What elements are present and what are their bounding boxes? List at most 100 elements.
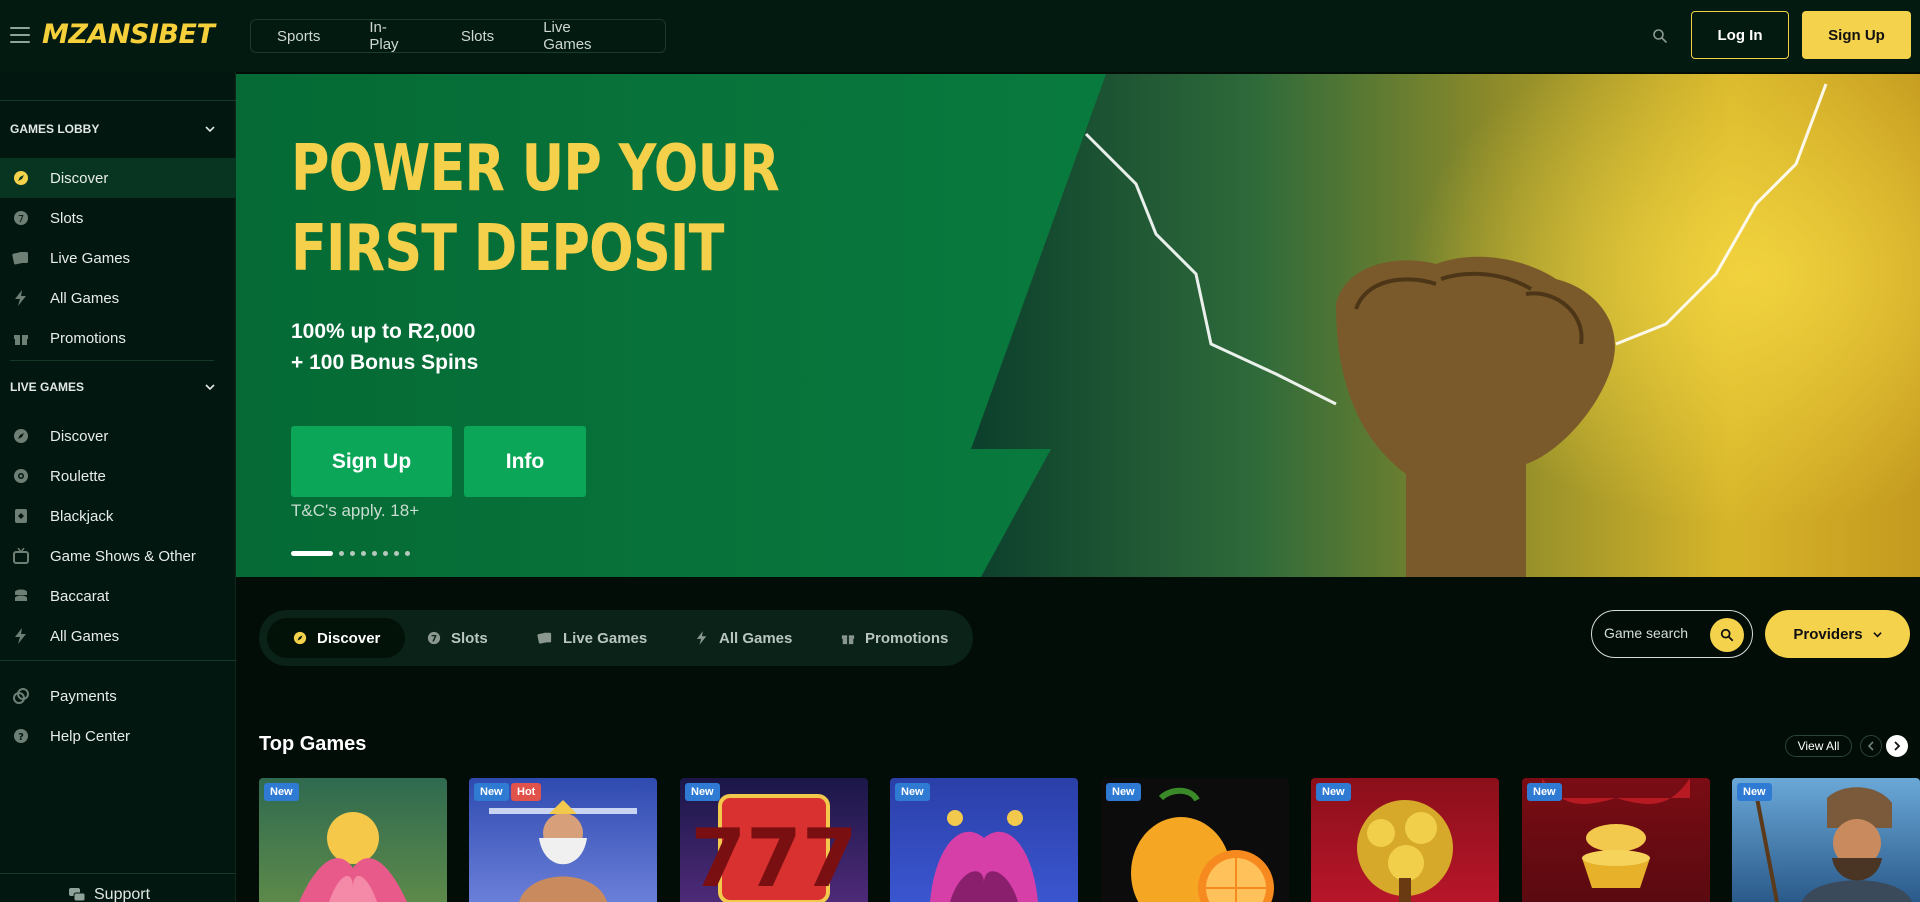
search-icon[interactable] [1652,28,1668,44]
top-nav-in-play[interactable]: In-Play [369,19,411,53]
roulette-icon [12,467,30,485]
chips-icon [12,587,30,605]
badge-hot: Hot [511,783,542,801]
sidebar-item-label: Baccarat [50,587,110,605]
svg-text:777: 777 [691,812,858,902]
tab-label: All Games [719,629,793,647]
tv-icon [12,547,30,565]
hero-subtitle-line1: 100% up to R2,000 [291,320,476,343]
game-tile[interactable]: New [1101,778,1289,902]
sidebar-item-roulette[interactable]: Roulette [0,456,236,496]
hero-subtitle: 100% up to R2,000 + 100 Bonus Spins [291,316,478,378]
carousel-dot[interactable] [405,551,410,556]
sidebar-item-label: Help Center [50,727,131,745]
tab-discover[interactable]: Discover [267,618,405,658]
view-all-button[interactable]: View All [1785,735,1852,757]
section-title: Top Games [259,733,367,755]
carousel-next-button[interactable] [1886,735,1908,757]
badge-new: New [1316,783,1351,801]
sidebar-item-live-all-games[interactable]: All Games [0,616,236,656]
badge-new: New [1737,783,1772,801]
sidebar-item-label: Game Shows & Other [50,547,196,565]
sidebar-item-label: All Games [50,627,120,645]
top-header: MZANSIBET Sports In-Play Slots Live Game… [0,0,1920,72]
carousel-dot[interactable] [350,551,355,556]
tab-slots[interactable]: 7 Slots [427,618,488,658]
game-tile[interactable]: New [1522,778,1710,902]
badge-new: New [264,783,299,801]
compass-icon [12,427,30,445]
lightning-icon [12,289,30,307]
hero-signup-button[interactable]: Sign Up [291,426,452,497]
chevron-down-icon[interactable] [205,382,215,392]
gift-icon [12,329,30,347]
sidebar-item-label: Live Games [50,249,131,267]
svg-text:7: 7 [431,635,437,645]
game-tile[interactable]: 777 New [680,778,868,902]
sidebar-item-live-discover[interactable]: Discover [0,416,236,456]
tab-live-games[interactable]: Live Games [537,618,647,658]
game-tile[interactable]: New Hot [469,778,657,902]
top-nav-sports[interactable]: Sports [277,28,320,45]
sidebar-item-label: Discover [50,427,109,445]
login-button[interactable]: Log In [1691,11,1789,59]
lightning-icon [12,627,30,645]
sidebar-item-slots[interactable]: 7 Slots [0,198,236,238]
sidebar-item-discover[interactable]: Discover [0,158,236,198]
top-nav: Sports In-Play Slots Live Games [250,19,666,53]
tab-label: Live Games [563,629,648,647]
tab-promotions[interactable]: Promotions [841,618,948,658]
sidebar-item-help-center[interactable]: ? Help Center [0,716,236,756]
games-lobby-heading[interactable]: GAMES LOBBY [10,122,99,136]
search-button[interactable] [1710,618,1744,652]
carousel-dot[interactable] [339,551,344,556]
lightning-icon [695,631,709,645]
game-tile[interactable]: New [259,778,447,902]
signup-button[interactable]: Sign Up [1802,11,1911,59]
sidebar-item-label: Promotions [50,329,126,347]
chevron-right-icon [1894,741,1901,751]
compass-icon [12,169,30,187]
hero-info-button[interactable]: Info [464,426,586,497]
divider [0,873,236,874]
top-nav-slots[interactable]: Slots [461,28,494,45]
divider [0,100,236,101]
game-search [1591,610,1753,658]
providers-dropdown[interactable]: Providers [1765,610,1910,658]
carousel-dot[interactable] [394,551,399,556]
divider [0,660,236,661]
carousel-dot[interactable] [361,551,366,556]
game-tile[interactable]: New [890,778,1078,902]
sidebar-item-payments[interactable]: Payments [0,676,236,716]
carousel-dot[interactable] [383,551,388,556]
hamburger-menu-icon[interactable] [10,27,30,43]
sidebar-item-label: Roulette [50,467,106,485]
search-icon [1720,628,1734,642]
sidebar: GAMES LOBBY Discover 7 Slots Live Games … [0,72,236,902]
game-tile[interactable]: New [1732,778,1920,902]
chevron-down-icon[interactable] [205,124,215,134]
hero-banner[interactable]: POWER UP YOUR FIRST DEPOSIT 100% up to R… [236,74,1920,577]
sidebar-item-baccarat[interactable]: Baccarat [0,576,236,616]
carousel-prev-button[interactable] [1860,735,1882,757]
terms-text: T&C's apply. 18+ [291,501,420,520]
top-nav-live-games[interactable]: Live Games [543,19,616,53]
sidebar-item-game-shows[interactable]: Game Shows & Other [0,536,236,576]
tab-label: Discover [317,629,381,647]
sidebar-item-promotions[interactable]: Promotions [0,318,236,358]
sidebar-item-blackjack[interactable]: Blackjack [0,496,236,536]
hero-subtitle-line2: + 100 Bonus Spins [291,351,479,374]
game-tile[interactable]: New [1311,778,1499,902]
support-button[interactable]: Support [68,886,150,902]
live-games-heading[interactable]: LIVE GAMES [10,380,84,394]
chevron-left-icon [1867,741,1874,751]
badge-new: New [1527,783,1562,801]
tab-all-games[interactable]: All Games [695,618,792,658]
sidebar-item-all-games[interactable]: All Games [0,278,236,318]
logo[interactable]: MZANSIBET [42,19,215,50]
carousel-dot[interactable] [372,551,377,556]
sidebar-item-live-games[interactable]: Live Games [0,238,236,278]
carousel-dot-active[interactable] [291,551,333,556]
game-search-input[interactable] [1604,625,1714,641]
compass-icon [293,631,307,645]
